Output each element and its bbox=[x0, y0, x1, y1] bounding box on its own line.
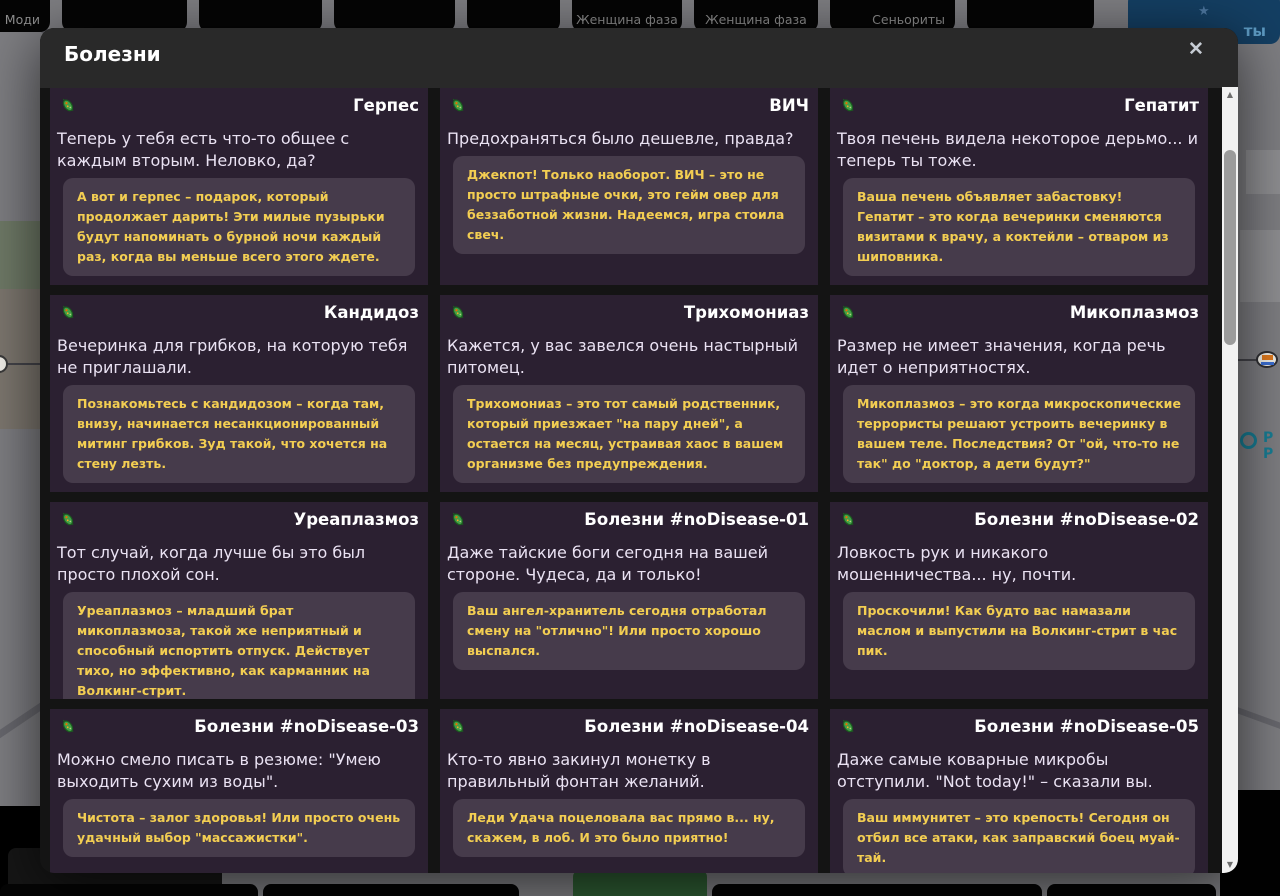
disease-quote: Уреаплазмоз – младший брат микоплазмоза,… bbox=[63, 592, 415, 699]
disease-quote: Познакомьтесь с кандидозом – когда там, … bbox=[63, 385, 415, 483]
microbe-icon bbox=[450, 511, 466, 527]
disease-title: Болезни #noDisease-04 bbox=[584, 717, 809, 736]
disease-description: Теперь у тебя есть что-то общее с каждым… bbox=[57, 129, 350, 170]
modal-header: Болезни ✕ bbox=[40, 28, 1238, 88]
disease-quote: Чистота – залог здоровья! Или просто оче… bbox=[63, 799, 415, 857]
map-park bbox=[0, 221, 44, 289]
diseases-modal: Болезни ✕ Герпес Теперь у тебя есть что-… bbox=[40, 28, 1238, 873]
microbe-icon bbox=[840, 97, 856, 113]
background-tab-label: Моди bbox=[4, 12, 40, 27]
disease-title: Болезни #noDisease-05 bbox=[974, 717, 1199, 736]
green-action-button[interactable] bbox=[573, 870, 707, 896]
disease-description: Кажется, у вас завелся очень настырный п… bbox=[447, 336, 799, 377]
microbe-icon bbox=[60, 304, 76, 320]
microbe-icon bbox=[450, 304, 466, 320]
disease-description: Размер не имеет значения, когда речь иде… bbox=[837, 336, 1166, 377]
map-building bbox=[1246, 150, 1280, 194]
disease-description: Можно смело писать в резюме: "Умею выход… bbox=[57, 750, 381, 791]
background-bottom-tab[interactable] bbox=[1047, 884, 1216, 896]
background-bottom-tab[interactable] bbox=[263, 884, 519, 896]
disease-title: Болезни #noDisease-02 bbox=[974, 510, 1199, 529]
disease-card-hepatitis: Гепатит Твоя печень видела некоторое дер… bbox=[830, 88, 1208, 285]
microbe-icon bbox=[450, 97, 466, 113]
disease-title: ВИЧ bbox=[769, 96, 809, 115]
microbe-icon bbox=[840, 304, 856, 320]
background-bottom-tab[interactable] bbox=[0, 884, 258, 896]
scroll-up-icon[interactable]: ▲ bbox=[1222, 88, 1238, 102]
star-icon: ★ bbox=[1198, 4, 1210, 19]
disease-card-nodisease-04: Болезни #noDisease-04 Кто-то явно закину… bbox=[440, 709, 818, 873]
map-building bbox=[1240, 230, 1280, 302]
brand-logo-letter: Р bbox=[1263, 430, 1274, 446]
disease-description: Вечеринка для грибков, на которую тебя н… bbox=[57, 336, 408, 377]
brand-logo-letter: Р bbox=[1263, 446, 1274, 462]
disease-title: Герпес bbox=[353, 96, 419, 115]
disease-card-grid: Герпес Теперь у тебя есть что-то общее с… bbox=[50, 88, 1208, 873]
disease-quote: Трихомониаз – это тот самый родственник,… bbox=[453, 385, 805, 483]
disease-quote: А вот и герпес – подарок, который продол… bbox=[63, 178, 415, 276]
disease-description: Твоя печень видела некоторое дерьмо... и… bbox=[837, 129, 1198, 170]
modal-title: Болезни bbox=[64, 42, 161, 66]
disease-quote: Ваш ангел-хранитель сегодня отработал см… bbox=[453, 592, 805, 670]
close-icon[interactable]: ✕ bbox=[1182, 36, 1210, 64]
scrollbar-thumb[interactable] bbox=[1224, 150, 1236, 345]
background-tab-label: Женщина фаза bbox=[576, 12, 678, 27]
disease-title: Микоплазмоз bbox=[1069, 303, 1199, 322]
microbe-icon bbox=[60, 511, 76, 527]
disease-card-herpes: Герпес Теперь у тебя есть что-то общее с… bbox=[50, 88, 428, 285]
disease-quote: Проскочили! Как будто вас намазали масло… bbox=[843, 592, 1195, 670]
disease-quote: Ваша печень объявляет забастовку! Гепати… bbox=[843, 178, 1195, 276]
disease-title: Болезни #noDisease-03 bbox=[194, 717, 419, 736]
modal-scrollbar[interactable]: ▲ ▼ bbox=[1222, 87, 1238, 873]
disease-description: Ловкость рук и никакого мошенничества...… bbox=[837, 543, 1077, 584]
disease-description: Кто-то явно закинул монетку в правильный… bbox=[447, 750, 711, 791]
microbe-icon bbox=[840, 511, 856, 527]
disease-card-nodisease-01: Болезни #noDisease-01 Даже тайские боги … bbox=[440, 502, 818, 699]
disease-card-candidiasis: Кандидоз Вечеринка для грибков, на котор… bbox=[50, 295, 428, 492]
disease-title: Болезни #noDisease-01 bbox=[584, 510, 809, 529]
disease-title: Трихомониаз bbox=[683, 303, 809, 322]
microbe-icon bbox=[60, 97, 76, 113]
disease-quote: Микоплазмоз – это когда микроскопические… bbox=[843, 385, 1195, 483]
background-tab-label: Женщина фаза bbox=[705, 12, 807, 27]
disease-card-nodisease-03: Болезни #noDisease-03 Можно смело писать… bbox=[50, 709, 428, 873]
disease-card-mycoplasmosis: Микоплазмоз Размер не имеет значения, ко… bbox=[830, 295, 1208, 492]
brand-logo-icon bbox=[1240, 432, 1257, 449]
background-tab[interactable]: Моди bbox=[0, 0, 50, 32]
disease-card-nodisease-05: Болезни #noDisease-05 Даже самые коварны… bbox=[830, 709, 1208, 873]
disease-description: Даже тайские боги сегодня на вашей сторо… bbox=[447, 543, 769, 584]
microbe-icon bbox=[840, 718, 856, 734]
disease-quote: Леди Удача поцеловала вас прямо в... ну,… bbox=[453, 799, 805, 857]
disease-title: Кандидоз bbox=[323, 303, 419, 322]
scroll-down-icon[interactable]: ▼ bbox=[1222, 858, 1238, 872]
microbe-icon bbox=[60, 718, 76, 734]
disease-card-ureaplasmosis: Уреаплазмоз Тот случай, когда лучше бы э… bbox=[50, 502, 428, 699]
disease-title: Уреаплазмоз bbox=[293, 510, 419, 529]
background-bottom-tab[interactable] bbox=[712, 884, 1042, 896]
disease-card-nodisease-02: Болезни #noDisease-02 Ловкость рук и ник… bbox=[830, 502, 1208, 699]
disease-quote: Джекпот! Только наоборот. ВИЧ – это не п… bbox=[453, 156, 805, 254]
disease-description: Даже самые коварные микробы отступили. "… bbox=[837, 750, 1153, 791]
microbe-icon bbox=[450, 718, 466, 734]
disease-card-trichomoniasis: Трихомониаз Кажется, у вас завелся очень… bbox=[440, 295, 818, 492]
disease-card-hiv: ВИЧ Предохраняться было дешевле, правда?… bbox=[440, 88, 818, 285]
transit-poi-icon bbox=[1256, 351, 1278, 368]
disease-description: Тот случай, когда лучше бы это был прост… bbox=[57, 543, 366, 584]
blue-button-clipped-label: ты bbox=[1243, 22, 1266, 40]
background-tab-label: Сеньориты bbox=[872, 12, 945, 27]
disease-description: Предохраняться было дешевле, правда? bbox=[447, 129, 794, 148]
disease-title: Гепатит bbox=[1124, 96, 1199, 115]
disease-quote: Ваш иммунитет – это крепость! Сегодня он… bbox=[843, 799, 1195, 873]
